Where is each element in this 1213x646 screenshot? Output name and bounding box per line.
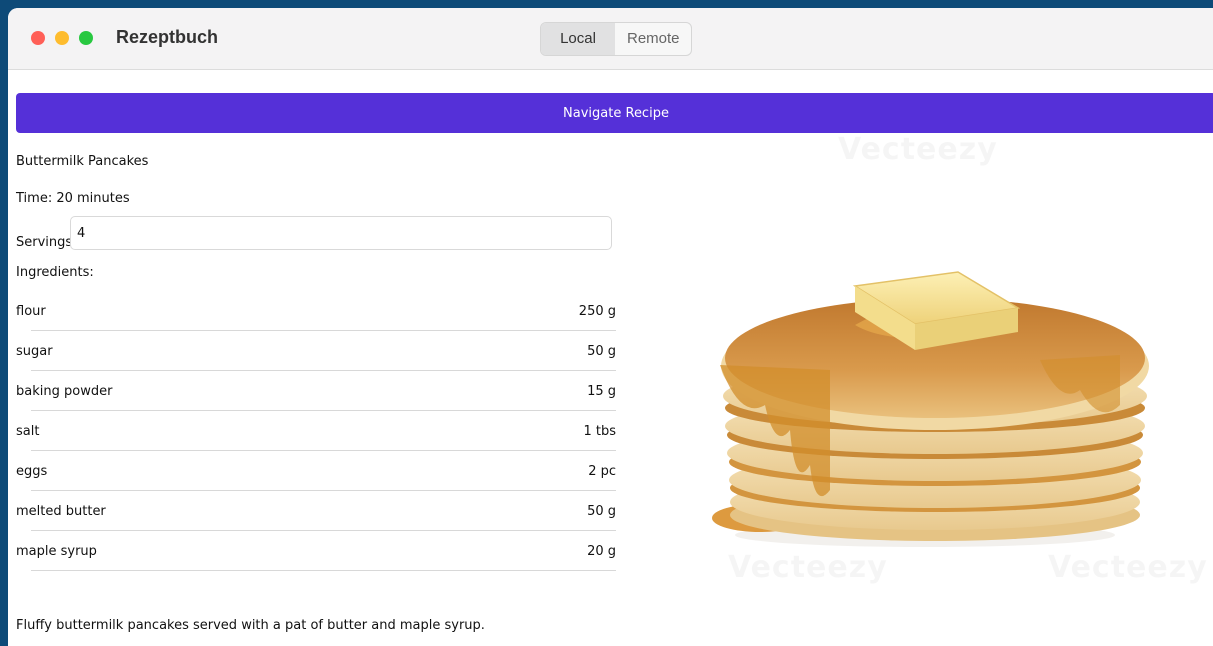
navigate-recipe-button[interactable]: Navigate Recipe xyxy=(16,93,1213,133)
list-item: melted butter 50 g xyxy=(16,491,616,531)
list-item: salt 1 tbs xyxy=(16,411,616,451)
ingredient-quantity: 1 tbs xyxy=(583,424,616,439)
list-item: sugar 50 g xyxy=(16,331,616,371)
ingredient-name: salt xyxy=(16,424,40,439)
recipe-time: Time: 20 minutes xyxy=(16,191,130,206)
maximize-window-button[interactable] xyxy=(79,31,93,45)
watermark-text: Vecteezy xyxy=(838,132,998,167)
ingredient-quantity: 250 g xyxy=(578,304,616,319)
ingredient-quantity: 50 g xyxy=(587,344,616,359)
watermark-text: Vecteezy xyxy=(1048,550,1208,585)
source-segmented-control: Local Remote xyxy=(540,22,692,56)
ingredient-name: melted butter xyxy=(16,504,106,519)
ingredient-list: flour 250 g sugar 50 g baking powder 15 … xyxy=(16,291,616,571)
list-item: eggs 2 pc xyxy=(16,451,616,491)
recipe-description: Fluffy buttermilk pancakes served with a… xyxy=(16,618,485,633)
ingredient-quantity: 20 g xyxy=(587,544,616,559)
ingredient-quantity: 15 g xyxy=(587,384,616,399)
servings-label: Servings: xyxy=(16,235,77,250)
ingredient-name: sugar xyxy=(16,344,53,359)
tab-local[interactable]: Local xyxy=(541,23,615,55)
recipe-title: Buttermilk Pancakes xyxy=(16,154,149,169)
app-title: Rezeptbuch xyxy=(116,27,219,47)
pancake-stack-image xyxy=(712,271,1149,547)
watermark-text: Vecteezy xyxy=(728,550,888,585)
tab-remote[interactable]: Remote xyxy=(615,23,691,55)
ingredient-name: flour xyxy=(16,304,46,319)
list-item: flour 250 g xyxy=(16,291,616,331)
minimize-window-button[interactable] xyxy=(55,31,69,45)
servings-input[interactable] xyxy=(70,216,612,250)
main-content: Navigate Recipe Buttermilk Pancakes Time… xyxy=(8,70,1213,646)
ingredient-quantity: 2 pc xyxy=(588,464,616,479)
ingredients-heading: Ingredients: xyxy=(16,265,94,280)
title-bar: Rezeptbuch Local Remote xyxy=(8,8,1213,70)
list-item: baking powder 15 g xyxy=(16,371,616,411)
ingredient-name: baking powder xyxy=(16,384,113,399)
ingredient-name: eggs xyxy=(16,464,48,479)
close-window-button[interactable] xyxy=(31,31,45,45)
ingredient-name: maple syrup xyxy=(16,544,97,559)
app-window: Rezeptbuch Local Remote Navigate Recipe … xyxy=(8,8,1213,646)
divider xyxy=(31,570,616,571)
ingredient-quantity: 50 g xyxy=(587,504,616,519)
list-item: maple syrup 20 g xyxy=(16,531,616,571)
